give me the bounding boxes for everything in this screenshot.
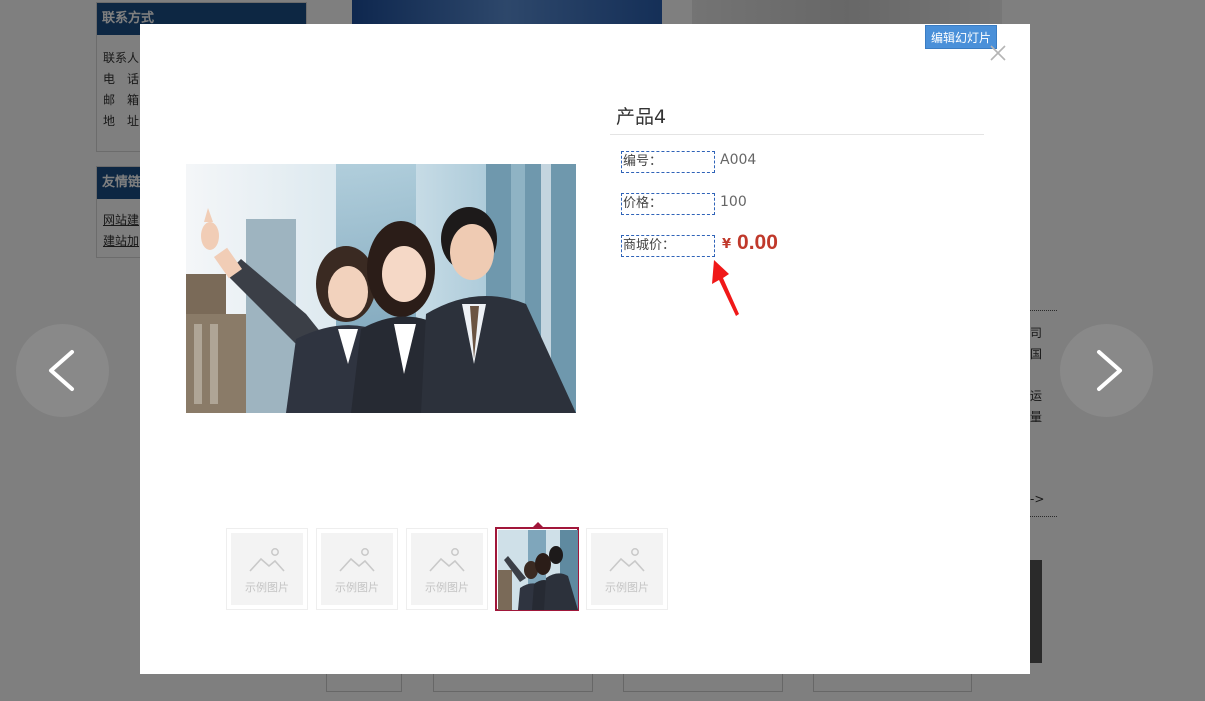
thumbnail-active[interactable] [495, 522, 579, 611]
price-value: 100 [720, 194, 747, 210]
red-arrow-icon [712, 260, 739, 316]
active-indicator [533, 522, 543, 527]
placeholder-image: 示例图片 [231, 533, 303, 605]
next-slide-button[interactable] [1060, 324, 1153, 417]
close-icon [990, 45, 1006, 61]
edit-slides-button[interactable]: 编辑幻灯片 [925, 25, 997, 49]
mall-price-label: 商城价： [621, 235, 715, 257]
placeholder-text: 示例图片 [425, 581, 469, 594]
thumbnail-image [498, 530, 578, 610]
image-placeholder-icon [429, 548, 465, 572]
price-label: 价格： [621, 193, 715, 215]
chevron-left-icon [49, 350, 74, 391]
product-main-image [186, 164, 576, 413]
product-code-label: 编号： [621, 151, 715, 173]
product-detail-modal: 编辑幻灯片 产品4 编号： A004 价格： 100 商城价： ¥ 0.00 示… [140, 24, 1030, 674]
image-placeholder-icon [339, 548, 375, 572]
thumbnail[interactable]: 示例图片 [406, 528, 488, 610]
placeholder-text: 示例图片 [245, 581, 289, 594]
placeholder-image: 示例图片 [321, 533, 393, 605]
title-divider [610, 134, 984, 135]
currency-symbol: ¥ [722, 237, 732, 252]
previous-slide-button[interactable] [16, 324, 109, 417]
thumbnail[interactable]: 示例图片 [316, 528, 398, 610]
placeholder-image: 示例图片 [411, 533, 483, 605]
placeholder-text: 示例图片 [335, 581, 379, 594]
thumbnail[interactable]: 示例图片 [586, 528, 668, 610]
mall-price: ¥0.00 [722, 231, 778, 255]
mall-price-value: 0.00 [737, 231, 778, 254]
placeholder-image: 示例图片 [591, 533, 663, 605]
product-code-value: A004 [720, 152, 757, 168]
chevron-right-icon [1097, 350, 1122, 391]
placeholder-text: 示例图片 [605, 581, 649, 594]
image-placeholder-icon [609, 548, 645, 572]
image-placeholder-icon [249, 548, 285, 572]
close-button[interactable] [989, 44, 1007, 62]
thumbnail[interactable]: 示例图片 [226, 528, 308, 610]
product-title: 产品4 [616, 106, 667, 128]
